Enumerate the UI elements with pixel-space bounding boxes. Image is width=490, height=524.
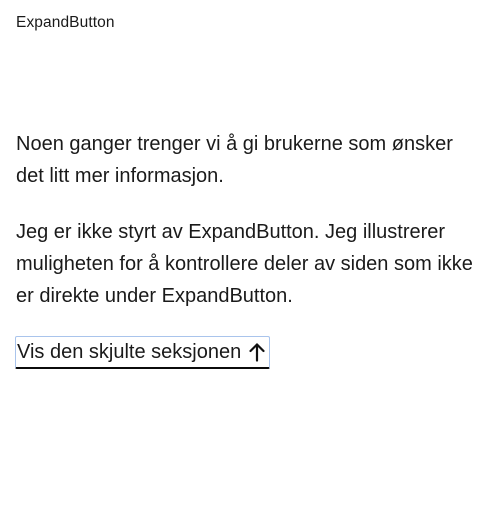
intro-paragraph: Noen ganger trenger vi å gi brukerne som… [16, 133, 453, 187]
content-section: Noen ganger trenger vi å gi brukerne som… [16, 128, 482, 312]
component-title: ExpandButton [16, 14, 115, 31]
arrow-up-icon [247, 342, 267, 362]
controlled-section-paragraph: Jeg er ikke styrt av ExpandButton. Jeg i… [16, 221, 473, 307]
expand-button-label: Vis den skjulte seksjonen [17, 341, 242, 363]
expand-button[interactable]: Vis den skjulte seksjonen [15, 336, 271, 369]
